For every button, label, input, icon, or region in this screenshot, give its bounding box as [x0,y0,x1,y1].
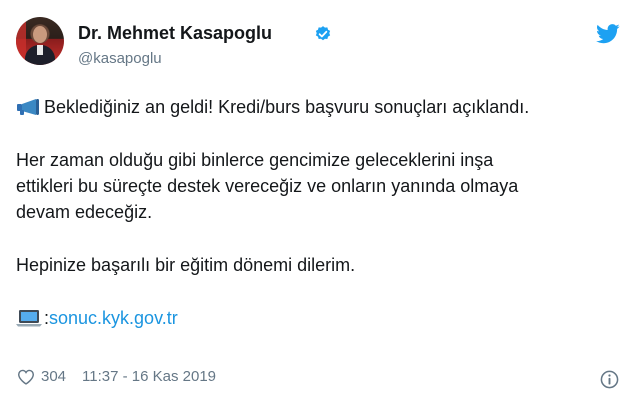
twitter-bird-icon[interactable] [596,24,620,44]
tweet-timestamp[interactable]: 11:37 - 16 Kas 2019 [82,368,216,385]
tweet-text-para2-line3: devam edeceğiz. [16,202,153,222]
tweet-meta: 304 11:37 - 16 Kas 2019 [17,368,216,385]
author-avatar[interactable] [16,17,64,65]
author-handle[interactable]: @kasapoglu [78,50,162,67]
info-icon[interactable] [600,370,619,389]
heart-icon[interactable] [17,369,35,385]
laptop-emoji [16,310,42,327]
tweet-line: Beklediğiniz an geldi! Kredi/burs başvur… [16,94,624,120]
like-count[interactable]: 304 [41,368,66,385]
tweet-text-line1: Beklediğiniz an geldi! Kredi/burs başvur… [44,97,530,117]
author-name[interactable]: Dr. Mehmet Kasapoglu [78,23,272,44]
tweet-link[interactable]: sonuc.kyk.gov.tr [49,308,178,328]
tweet-text-para3: Hepinize başarılı bir eğitim dönemi dile… [16,255,356,275]
tweet-text-para2-line2: ettikleri bu süreçte destek vereceğiz ve… [16,176,519,196]
megaphone-emoji [17,99,39,115]
verified-badge-icon [315,26,331,41]
tweet-link-line: :sonuc.kyk.gov.tr [16,305,624,331]
tweet-body: Beklediğiniz an geldi! Kredi/burs başvur… [16,94,624,331]
avatar-face [33,26,47,43]
tweet-text-para2-line1: Her zaman olduğu gibi binlerce gencimize… [16,150,494,170]
avatar-shirt [37,45,43,55]
